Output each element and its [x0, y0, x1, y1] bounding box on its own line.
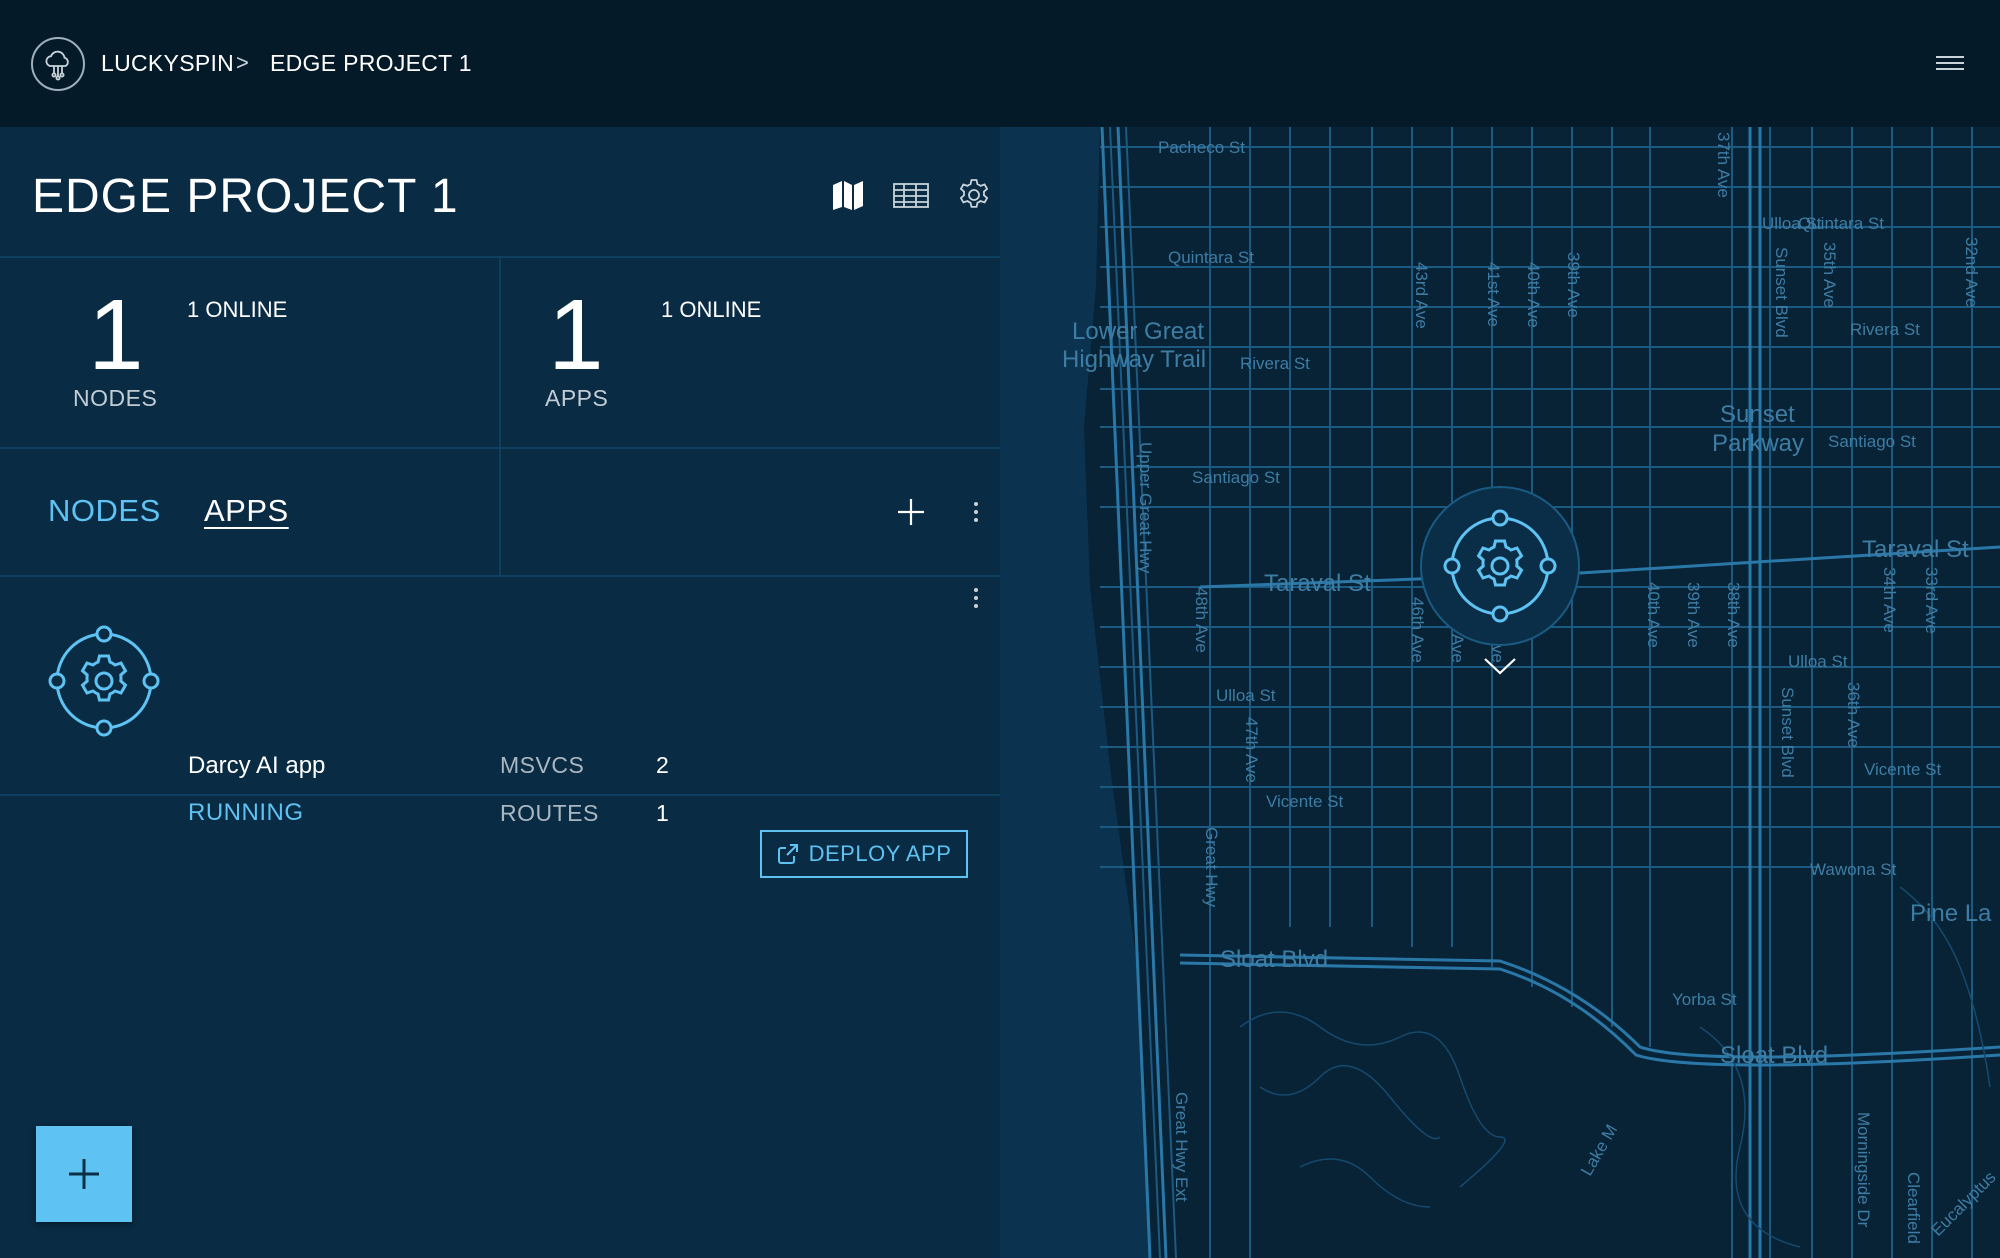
- deploy-app-button[interactable]: DEPLOY APP: [760, 830, 968, 878]
- map-label: Santiago St: [1828, 432, 1916, 451]
- map-label: 39th Ave: [1564, 252, 1583, 318]
- tabs-more-menu-icon[interactable]: [971, 498, 981, 528]
- map-label: Morningside Dr: [1854, 1112, 1873, 1228]
- map-label: Taraval St: [1264, 570, 1371, 597]
- park-paths: [1239, 886, 1991, 1248]
- map-label: 35th Ave: [1820, 242, 1839, 308]
- map-label: Vicente St: [1266, 792, 1343, 811]
- nodes-count: 1: [88, 279, 144, 391]
- map-label: 48th Ave: [1192, 587, 1211, 653]
- map-label: 43rd Ave: [1412, 262, 1431, 329]
- map-label: Clearfield: [1904, 1172, 1923, 1244]
- map-label: Wawona St: [1810, 860, 1897, 879]
- tab-apps[interactable]: APPS: [204, 493, 289, 529]
- apps-count: 1: [548, 279, 604, 391]
- breadcrumb-separator: >: [236, 50, 249, 75]
- map-label: Sloat Blvd: [1720, 1042, 1828, 1069]
- map-label: 32nd Ave: [1962, 237, 1981, 308]
- external-link-icon: [777, 844, 798, 864]
- routes-label: ROUTES: [500, 800, 599, 826]
- breadcrumb-project[interactable]: EDGE PROJECT 1: [270, 50, 472, 77]
- map-label: Pacheco St: [1158, 138, 1245, 157]
- map-label: Vicente St: [1864, 760, 1941, 779]
- app-name[interactable]: Darcy AI app: [188, 752, 325, 780]
- map-label: Lake M: [1577, 1121, 1621, 1179]
- chevron-down-icon[interactable]: [1483, 656, 1517, 676]
- msvcs-label: MSVCS: [500, 752, 585, 778]
- add-app-button[interactable]: [896, 497, 926, 527]
- map-label: Sunset: [1720, 401, 1795, 428]
- map-label: 47th Ave: [1242, 717, 1261, 783]
- map-canvas[interactable]: Pacheco St Quintara St Lower Great Highw…: [1000, 127, 2000, 1258]
- map-label: Parkway: [1712, 430, 1804, 457]
- divider: [499, 256, 501, 576]
- map-label: Sunset Blvd: [1778, 687, 1797, 778]
- map-label: Lower Great: [1072, 318, 1204, 345]
- map-label: Quintara St: [1798, 214, 1884, 233]
- app-gear-icon: [44, 621, 164, 741]
- msvcs-value: 2: [656, 752, 669, 778]
- apps-online: 1 ONLINE: [661, 297, 762, 322]
- app-status: RUNNING: [188, 799, 304, 826]
- cloud-network-icon[interactable]: [31, 37, 85, 91]
- map-label: 33rd Ave: [1922, 567, 1941, 634]
- map-node-marker[interactable]: [1420, 486, 1580, 646]
- top-bar: LUCKYSPIN > EDGE PROJECT 1: [0, 0, 2000, 127]
- map-label: Great Hwy: [1202, 827, 1221, 908]
- divider: [0, 447, 1000, 449]
- map-label: 38th Ave: [1724, 582, 1743, 648]
- map-label: Upper Great Hwy: [1136, 442, 1155, 574]
- routes-value: 1: [656, 800, 669, 826]
- map-label: 41st Ave: [1484, 262, 1503, 327]
- map-label: Great Hwy Ext: [1172, 1092, 1191, 1202]
- map-label: 36th Ave: [1844, 682, 1863, 748]
- map-label: Rivera St: [1240, 354, 1310, 373]
- breadcrumb-org[interactable]: LUCKYSPIN: [101, 50, 234, 77]
- map-label: 37th Ave: [1714, 132, 1733, 198]
- divider: [0, 794, 1000, 796]
- map-label: Ulloa St: [1788, 652, 1848, 671]
- map-label: Highway Trail: [1062, 346, 1206, 373]
- map-label: Pine La: [1910, 900, 1992, 927]
- plus-icon[interactable]: [36, 1126, 132, 1222]
- apps-label: APPS: [545, 385, 609, 411]
- map-label: Eucalyptus: [1927, 1168, 1999, 1240]
- gear-icon[interactable]: [956, 177, 992, 213]
- table-icon[interactable]: [892, 177, 929, 213]
- map-label: Sloat Blvd: [1220, 946, 1328, 973]
- deploy-app-label: DEPLOY APP: [808, 841, 952, 866]
- map-label: Sunset Blvd: [1772, 247, 1791, 338]
- page-title: EDGE PROJECT 1: [32, 170, 459, 223]
- tab-nodes[interactable]: NODES: [48, 493, 161, 529]
- nodes-online: 1 ONLINE: [187, 297, 288, 322]
- map-label: 40th Ave: [1644, 582, 1663, 648]
- map-view[interactable]: Pacheco St Quintara St Lower Great Highw…: [1000, 127, 2000, 1258]
- map-label: Santiago St: [1192, 468, 1280, 487]
- project-panel: EDGE PROJECT 1 1 1 ONLINE NODES 1 1 ONLI…: [0, 127, 1000, 1258]
- nodes-label: NODES: [73, 385, 158, 411]
- divider: [0, 575, 1000, 577]
- hamburger-menu-icon[interactable]: [1936, 54, 1964, 72]
- map-label: Yorba St: [1672, 990, 1737, 1009]
- map-label: 40th Ave: [1524, 262, 1543, 328]
- map-label: Quintara St: [1168, 248, 1254, 267]
- map-label: Rivera St: [1850, 320, 1920, 339]
- map-label: Ulloa St: [1216, 686, 1276, 705]
- map-label: 34th Ave: [1880, 567, 1899, 633]
- map-label: 39th Ave: [1684, 582, 1703, 648]
- map-icon[interactable]: [830, 177, 866, 213]
- map-label: Taraval St: [1862, 536, 1969, 563]
- app-more-menu-icon[interactable]: [971, 584, 981, 614]
